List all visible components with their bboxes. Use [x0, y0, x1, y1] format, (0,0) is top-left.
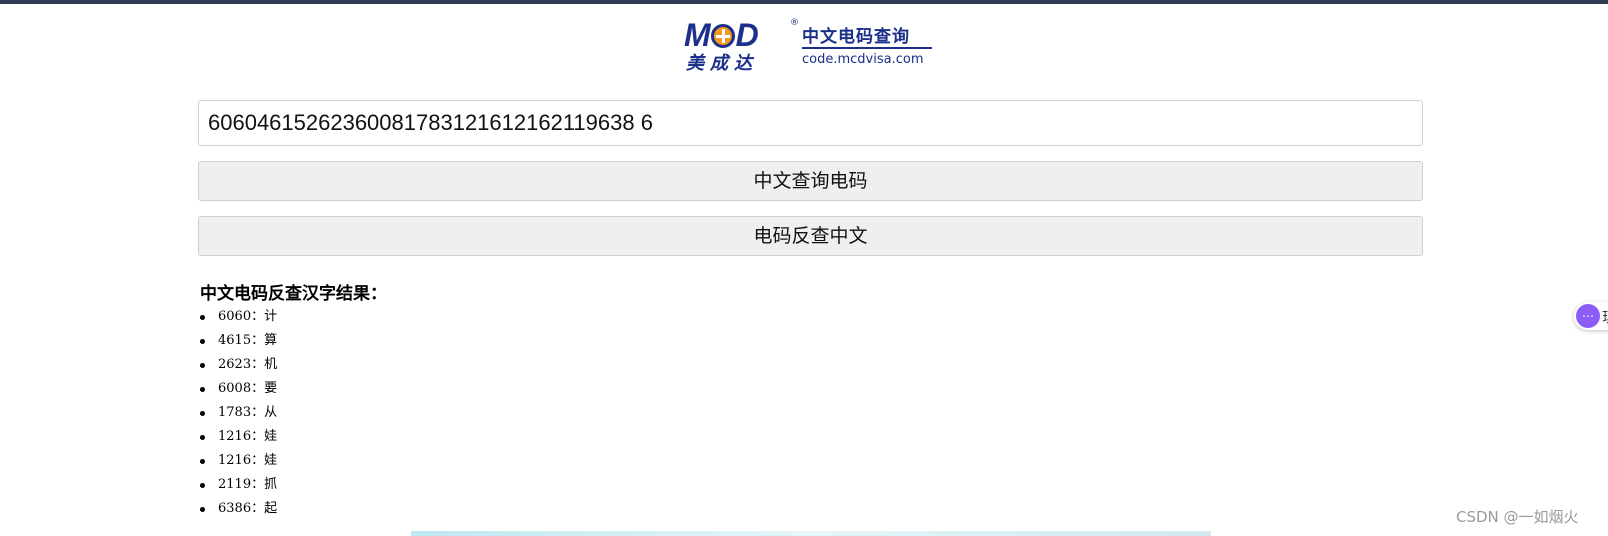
chat-widget-label: 现: [1602, 307, 1608, 327]
result-char: 起: [264, 501, 278, 516]
result-char: 娃: [264, 453, 278, 468]
results-list: 6060：计 4615：算 2623：机 6008：要 1783：从 1216：…: [200, 305, 277, 521]
query-code-button[interactable]: 中文查询电码: [198, 161, 1423, 201]
result-char: 机: [264, 357, 278, 372]
logo-chinese-brand: 美成达: [686, 53, 758, 74]
result-code: 1216: [218, 429, 252, 444]
result-code: 6386: [218, 501, 252, 516]
result-code: 6060: [218, 309, 252, 324]
reverse-lookup-button[interactable]: 电码反查中文: [198, 216, 1423, 256]
results-title: 中文电码反查汉字结果：: [200, 284, 387, 304]
list-item: 4615：算: [200, 329, 277, 353]
result-char: 娃: [264, 429, 278, 444]
result-char: 从: [264, 405, 278, 420]
code-input[interactable]: [198, 100, 1423, 146]
result-char: 算: [264, 333, 278, 348]
result-char: 计: [264, 309, 278, 324]
csdn-watermark: CSDN @一如烟火: [1456, 508, 1579, 526]
list-item: 6060：计: [200, 305, 277, 329]
list-item: 6008：要: [200, 377, 277, 401]
result-code: 6008: [218, 381, 252, 396]
banner-image: [411, 531, 1211, 536]
result-code: 1216: [218, 453, 252, 468]
list-item: 6386：起: [200, 497, 277, 521]
logo-divider: [802, 47, 932, 49]
result-code: 1783: [218, 405, 252, 420]
result-code: 4615: [218, 333, 252, 348]
chat-bubble-icon: ⋯: [1576, 304, 1600, 328]
site-logo[interactable]: MD ® 美成达 中文电码查询 code.mcdvisa.com: [684, 18, 934, 74]
result-char: 要: [264, 381, 278, 396]
top-border: [0, 0, 1608, 4]
chat-widget[interactable]: ⋯ 现: [1574, 302, 1608, 330]
list-item: 1216：娃: [200, 449, 277, 473]
logo-title: 中文电码查询: [802, 27, 910, 47]
list-item: 2119：抓: [200, 473, 277, 497]
result-code: 2623: [218, 357, 252, 372]
list-item: 1216：娃: [200, 425, 277, 449]
logo-mcd-wordmark: MD: [684, 17, 759, 53]
result-code: 2119: [218, 477, 252, 492]
list-item: 2623：机: [200, 353, 277, 377]
logo-url: code.mcdvisa.com: [802, 52, 924, 67]
logo-crosshair-icon: [710, 24, 735, 48]
registered-mark: ®: [790, 18, 799, 28]
list-item: 1783：从: [200, 401, 277, 425]
result-char: 抓: [264, 477, 278, 492]
